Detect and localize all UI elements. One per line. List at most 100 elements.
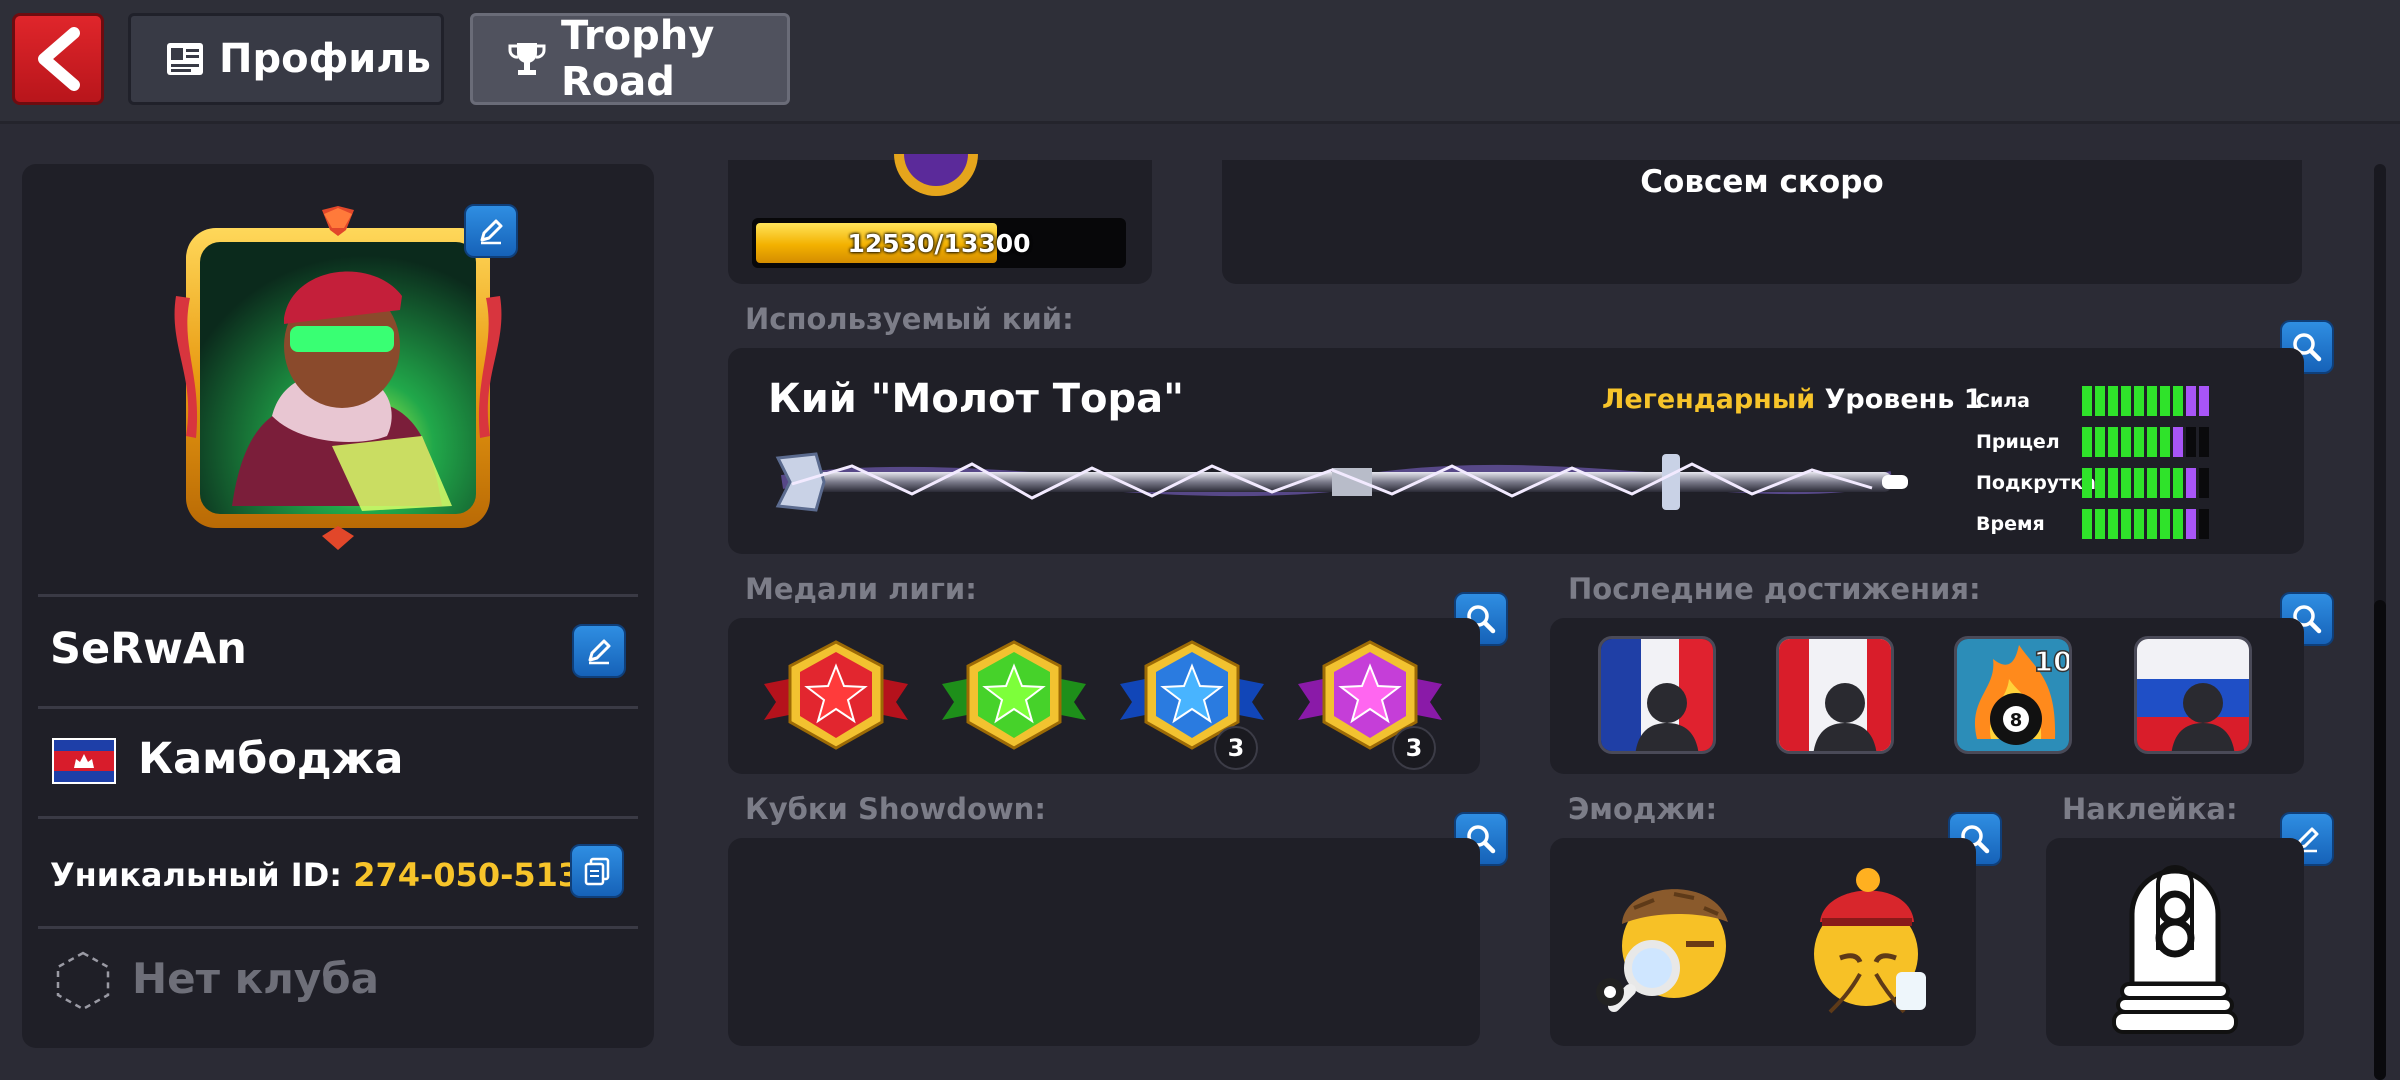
cue-section-label: Используемый кий: bbox=[745, 302, 1074, 336]
copy-icon bbox=[584, 857, 610, 886]
cue-stat-segment bbox=[2199, 386, 2209, 416]
medals-section-label: Медали лиги: bbox=[745, 572, 977, 606]
cue-stat-segment bbox=[2095, 468, 2105, 498]
club-name: Нет клуба bbox=[132, 954, 379, 1003]
cue-name: Кий "Молот Тора" bbox=[768, 376, 1184, 422]
cue-stat-segment bbox=[2199, 468, 2209, 498]
canada-flag-achievement[interactable] bbox=[1776, 636, 1894, 754]
cue-stat-segment bbox=[2160, 509, 2170, 539]
tab-trophy-road[interactable]: Trophy Road bbox=[470, 13, 790, 105]
france-flag-achievement[interactable] bbox=[1598, 636, 1716, 754]
cue-stat-segment bbox=[2121, 468, 2131, 498]
chinese-elder-emoji bbox=[1814, 868, 1926, 1014]
emoji-panel bbox=[1550, 838, 1976, 1046]
cue-stat-segment bbox=[2082, 509, 2092, 539]
sticker-section-label: Наклейка: bbox=[2062, 792, 2238, 826]
cue-stat-segment bbox=[2173, 427, 2183, 457]
pencil-icon bbox=[588, 639, 611, 665]
cue-stat-name: Время bbox=[1976, 513, 2045, 535]
cue-level: Уровень 1 bbox=[1824, 384, 1983, 415]
cue-stat-segment bbox=[2173, 468, 2183, 498]
medals-panel: 33 bbox=[728, 618, 1480, 774]
club-hexagon-icon bbox=[52, 950, 114, 1012]
fire-8-ball-achievement[interactable]: 8 10 bbox=[1954, 636, 2072, 754]
league-medal-count: 3 bbox=[1392, 726, 1436, 770]
cue-stat-segment bbox=[2186, 386, 2196, 416]
player-name: SeRwAn bbox=[50, 624, 247, 674]
cue-stat-name: Сила bbox=[1976, 390, 2030, 412]
cue-stat-segment bbox=[2186, 509, 2196, 539]
cue-stat-name: Прицел bbox=[1976, 431, 2060, 453]
level-progress-bar: 12530/13300 bbox=[752, 218, 1126, 268]
cue-stat-segment bbox=[2121, 509, 2131, 539]
cue-stat-segment bbox=[2160, 386, 2170, 416]
cue-stat-segment bbox=[2160, 468, 2170, 498]
achievements-section-label: Последние достижения: bbox=[1568, 572, 1981, 606]
detective-emoji bbox=[1596, 889, 1728, 1012]
cue-stat-segment bbox=[2173, 386, 2183, 416]
copy-id-button[interactable] bbox=[570, 844, 624, 898]
unique-id-row: Уникальный ID: 274-050-513-6 bbox=[50, 856, 616, 894]
back-button[interactable] bbox=[12, 13, 104, 105]
cue-stat-bars bbox=[2082, 386, 2209, 416]
russia-flag-achievement[interactable] bbox=[2134, 636, 2252, 754]
cue-stat-segment bbox=[2173, 509, 2183, 539]
divider bbox=[38, 594, 638, 597]
cue-stat-segment bbox=[2121, 386, 2131, 416]
coming-soon-text: Совсем скоро bbox=[1640, 164, 1884, 200]
edit-name-button[interactable] bbox=[572, 624, 626, 678]
unique-id-label: Уникальный ID: bbox=[50, 856, 343, 894]
divider bbox=[38, 926, 638, 929]
cue-stat-segment bbox=[2121, 427, 2131, 457]
tab-trophy-road-label: Trophy Road bbox=[561, 13, 715, 105]
achievement-badge-count: 10 bbox=[2034, 645, 2072, 678]
cue-stat-segment bbox=[2134, 427, 2144, 457]
cue-stat-bars bbox=[2082, 509, 2209, 539]
cue-stat-segment bbox=[2199, 427, 2209, 457]
trophy-icon bbox=[507, 39, 547, 79]
coming-soon-panel: Совсем скоро bbox=[1222, 160, 2302, 284]
cue-stat-segment bbox=[2134, 386, 2144, 416]
cue-stat-bars bbox=[2082, 427, 2209, 457]
divider bbox=[38, 816, 638, 819]
cue-stat-segment bbox=[2147, 468, 2157, 498]
scrollbar-thumb[interactable] bbox=[2374, 600, 2386, 1080]
cue-stat-segment bbox=[2147, 509, 2157, 539]
pencil-icon bbox=[480, 219, 503, 245]
league-medal-count: 3 bbox=[1214, 726, 1258, 770]
cue-stat-segment bbox=[2082, 386, 2092, 416]
emoji-section-label: Эмоджи: bbox=[1568, 792, 1718, 826]
top-bar: Профиль Trophy Road bbox=[0, 0, 2400, 124]
cue-stat-segment bbox=[2108, 427, 2118, 457]
cue-stat-segment bbox=[2160, 427, 2170, 457]
cue-stat-segment bbox=[2095, 427, 2105, 457]
league-medal-green[interactable] bbox=[942, 640, 1086, 756]
cue-panel: Кий "Молот Тора" Легендарный Уровень 1 С… bbox=[728, 348, 2304, 554]
cue-stat-segment bbox=[2147, 386, 2157, 416]
league-medal-red[interactable] bbox=[764, 640, 908, 756]
cue-stat-segment bbox=[2186, 427, 2196, 457]
cambodia-flag-icon bbox=[52, 738, 116, 784]
showdown-panel bbox=[728, 838, 1480, 1046]
cue-rarity-level: Легендарный Уровень 1 bbox=[1602, 384, 1983, 415]
cue-stat-segment bbox=[2147, 427, 2157, 457]
tab-profile[interactable]: Профиль bbox=[128, 13, 444, 105]
cue-stat-segment bbox=[2095, 386, 2105, 416]
cue-stat-segment bbox=[2082, 427, 2092, 457]
cue-image bbox=[775, 452, 1908, 512]
level-progress-text: 12530/13300 bbox=[847, 228, 1031, 258]
cue-stat-name: Подкрутка bbox=[1976, 472, 2096, 494]
cue-stat-segment bbox=[2108, 386, 2118, 416]
cue-rarity: Легендарный bbox=[1602, 384, 1816, 415]
sticker-panel bbox=[2046, 838, 2304, 1046]
level-badge-icon bbox=[894, 154, 978, 196]
player-card: SeRwAn Камбоджа Уникальный ID: 274-050-5… bbox=[22, 164, 654, 1048]
cue-stat-row: Время bbox=[1976, 509, 2209, 539]
cue-stat-segment bbox=[2134, 509, 2144, 539]
showdown-section-label: Кубки Showdown: bbox=[745, 792, 1046, 826]
cue-stat-segment bbox=[2108, 509, 2118, 539]
profile-card-icon bbox=[165, 39, 205, 79]
edit-avatar-button[interactable] bbox=[464, 204, 518, 258]
avatar bbox=[172, 206, 504, 550]
svg-text:8: 8 bbox=[2010, 710, 2023, 731]
